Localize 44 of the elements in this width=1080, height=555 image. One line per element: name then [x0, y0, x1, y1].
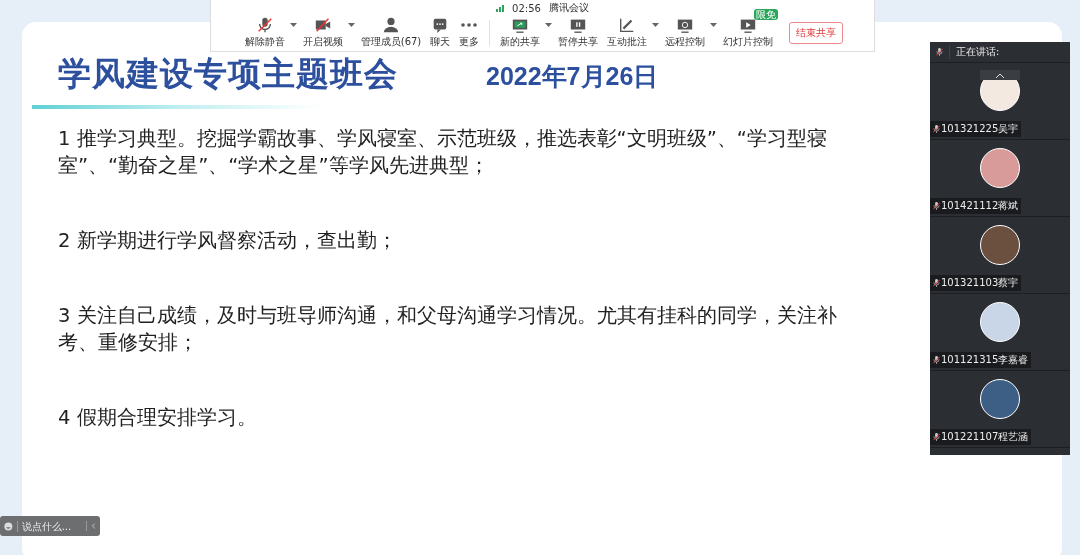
participant-name: 101121315李嘉睿 [941, 353, 1029, 367]
meeting-timer: 02:56 [512, 2, 541, 14]
participant-name: 101321225吴宇 [941, 122, 1019, 136]
muted-microphone-icon [936, 48, 943, 56]
chat-bar[interactable]: 说点什么... [0, 516, 100, 536]
toolbar-button[interactable]: 开启视频 [299, 16, 346, 49]
slide-paragraph: 2 新学期进行学风督察活动，查出勤； [58, 228, 398, 254]
tool-badge: 限免 [754, 9, 779, 20]
avatar-placeholder [980, 302, 1020, 342]
slide-title: 学风建设专项主题班会 [58, 53, 398, 95]
toolbar-button[interactable]: 聊天 [427, 16, 454, 49]
emoji-icon[interactable] [4, 520, 13, 532]
toolbar-button[interactable]: 管理成员(67) [357, 16, 425, 49]
caret-icon[interactable] [710, 23, 718, 27]
slide-paragraph: 3 关注自己成绩，及时与班导师沟通，和父母沟通学习情况。尤其有挂科的同学，关注补考、重修安排； [58, 303, 838, 356]
end-share-button[interactable]: 结束共享 [789, 21, 844, 44]
participant-name: 101321103蔡宇 [941, 276, 1019, 290]
caret-icon[interactable] [347, 23, 355, 27]
camera-off-icon [313, 16, 332, 34]
participant-name: 101421112蒋斌 [941, 199, 1019, 213]
toolbar-button[interactable]: 暂停共享 [555, 16, 602, 49]
caret-icon[interactable] [545, 23, 553, 27]
muted-microphone-icon [255, 16, 274, 34]
toolbar-button[interactable]: 远程控制 [662, 16, 709, 49]
caret-icon[interactable] [652, 23, 660, 27]
avatar-placeholder [980, 379, 1020, 419]
toolbar-button[interactable]: 新的共享 [497, 16, 544, 49]
chevron-up-icon [996, 72, 1004, 78]
person-icon [382, 16, 400, 34]
meeting-title: 腾讯会议 [548, 1, 589, 15]
speaking-label: 正在讲话: [949, 45, 1000, 59]
caret-icon[interactable] [289, 23, 297, 27]
slide-paragraph: 4 假期合理安排学习。 [58, 405, 258, 431]
avatar-placeholder [980, 148, 1020, 188]
slide-paragraph: 1 推学习典型。挖掘学霸故事、学风寝室、示范班级，推选表彰“文明班级”、“学习型寝室”、“勤奋之星”、“学术之星”等学风先进典型； [58, 126, 828, 179]
signal-icon [496, 4, 505, 12]
avatar-placeholder [980, 225, 1020, 265]
toolbar-button[interactable]: 互动批注 [604, 16, 651, 49]
chat-input[interactable]: 说点什么... [16, 520, 82, 532]
slide-date: 2022年7月26日 [486, 61, 659, 92]
more-icon [460, 23, 479, 27]
toolbar-button[interactable]: 解除静音 [241, 16, 288, 49]
toolbar-button[interactable]: 更多 [456, 16, 483, 49]
participant-name: 101221107程艺涵 [941, 430, 1029, 444]
